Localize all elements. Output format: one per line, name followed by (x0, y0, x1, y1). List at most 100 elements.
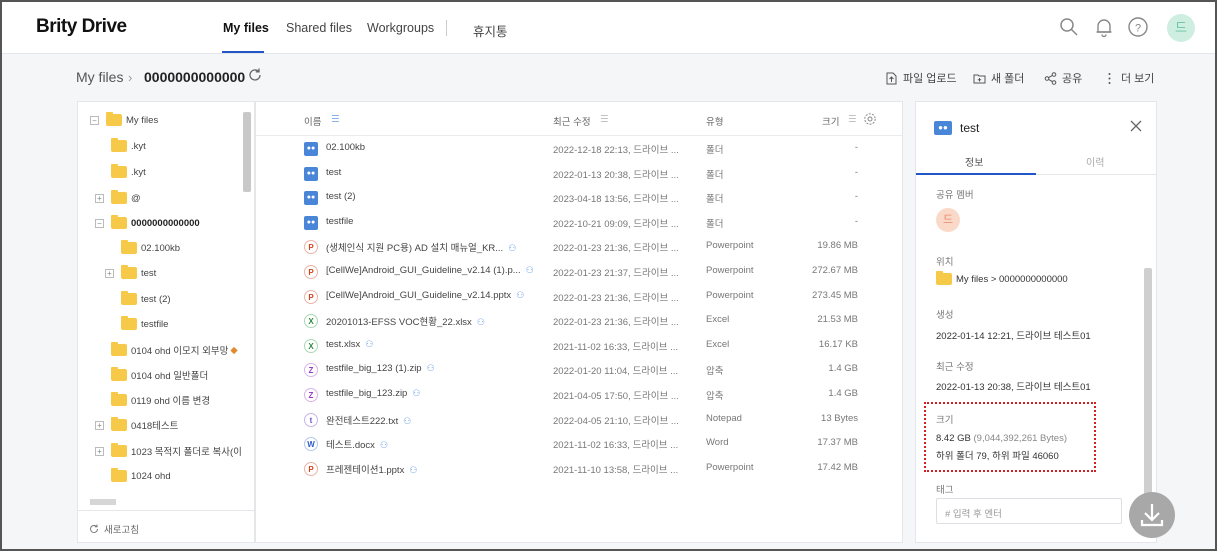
tree-horizontal-scrollbar[interactable] (90, 499, 116, 505)
size-cell: 1.4 GB (828, 388, 858, 399)
more-button[interactable]: 더 보기 (1102, 70, 1154, 86)
file-name[interactable]: [CellWe]Android_GUI_Guideline_v2.14 (1).… (326, 265, 541, 276)
file-name[interactable]: testfile (326, 216, 541, 227)
expand-toggle[interactable]: + (95, 446, 104, 456)
shared-folder-icon: ●● (304, 166, 318, 181)
table-row[interactable]: Ztestfile_big_123.zip ⚇ 2021-04-05 17:50, … (256, 383, 902, 408)
tab-history[interactable]: 이력 (1086, 154, 1104, 169)
table-row[interactable]: P (생체인식 지원 PC용) AD 설치 매뉴얼_KR... ⚇ 2022-01-2… (256, 235, 902, 260)
tree-item[interactable]: − 0000000000000 (95, 213, 200, 233)
settings-gear-icon[interactable] (863, 112, 877, 126)
zip-file-icon: Z (304, 363, 318, 378)
member-label: 공유 멤버 (936, 190, 974, 201)
upload-button[interactable]: 파일 업로드 (884, 70, 957, 86)
tree-item[interactable]: + 1023 목적지 폴더로 복사(이 (95, 441, 242, 461)
table-row[interactable]: P [CellWe]Android_GUI_Guideline_v2.14 (1)… (256, 260, 902, 285)
file-name[interactable]: 테스트.docx ⚇ (326, 437, 541, 451)
file-name[interactable]: 20201013-EFSS VOC현황_22.xlsx ⚇ (326, 314, 541, 328)
refresh-button[interactable]: 새로고침 (88, 522, 139, 536)
table-row[interactable]: P [CellWe]Android_GUI_Guideline_v2.14.ppt… (256, 285, 902, 310)
file-name[interactable]: (생체인식 지원 PC용) AD 설치 매뉴얼_KR... ⚇ (326, 240, 541, 254)
table-row[interactable]: P 프레젠테이션1.pptx ⚇ 2021-11-10 13:58, 드라이브 ...… (256, 457, 902, 482)
tab-my-files[interactable]: My files (223, 21, 269, 35)
sort-icon[interactable]: ☰ (848, 114, 857, 125)
tree-item[interactable]: + 0418테스트 (95, 415, 178, 435)
tree-item-label: .kyt (131, 166, 146, 178)
search-icon[interactable] (1057, 15, 1081, 39)
tag-input[interactable]: # 입력 후 엔터 (936, 498, 1122, 524)
size-cell: 13 Bytes (821, 412, 858, 424)
column-type[interactable]: 유형 (706, 114, 723, 128)
collapse-toggle[interactable]: − (90, 115, 99, 125)
table-row[interactable]: ●● 02.100kb 2022-12-18 22:13, 드라이브 ... 폴더 - (256, 137, 902, 162)
share-icon (1044, 71, 1057, 85)
table-row[interactable]: ●● test 2022-01-13 20:38, 드라이브 ... 폴더 - (256, 162, 902, 187)
collapse-toggle[interactable]: − (95, 218, 104, 228)
bell-icon[interactable] (1092, 15, 1116, 39)
tree-item[interactable]: 0104 ohd 이모지 외부망 ◆ (111, 340, 238, 360)
help-icon[interactable]: ? (1126, 15, 1150, 39)
size-bytes: (9,044,392,261 Bytes) (973, 433, 1067, 444)
sort-icon[interactable]: ☰ (331, 114, 340, 125)
table-row[interactable]: ●● test (2) 2023-04-18 13:56, 드라이브 ... 폴더 - (256, 186, 902, 211)
file-name[interactable]: 프레젠테이션1.pptx ⚇ (326, 462, 541, 476)
tree-item[interactable]: 0104 ohd 일반폴더 (111, 365, 208, 385)
tree-item[interactable]: testfile (121, 314, 168, 334)
tree-item[interactable]: 1024 ohd (111, 466, 171, 486)
modified-cell: 2022-01-23 21:36, 드라이브 ... (553, 317, 679, 329)
tree-scrollbar[interactable] (243, 112, 251, 192)
table-row[interactable]: ●● testfile 2022-10-21 09:09, 드라이브 ... 폴더 - (256, 211, 902, 236)
info-scrollbar[interactable] (1144, 268, 1152, 500)
refresh-icon[interactable] (246, 66, 264, 84)
modified-value: 2022-01-13 20:38, 드라이브 테스트01 (936, 382, 1091, 393)
member-avatar[interactable]: 드 (936, 208, 960, 232)
expand-toggle[interactable]: + (95, 193, 104, 203)
share-button[interactable]: 공유 (1043, 70, 1082, 86)
file-name[interactable]: 02.100kb (326, 142, 541, 153)
location-value[interactable]: My files > 0000000000000 (936, 271, 1068, 285)
column-size[interactable]: 크기 (822, 114, 839, 128)
file-name[interactable]: test.xlsx ⚇ (326, 339, 541, 350)
tree-item[interactable]: − My files (90, 110, 158, 130)
size-cell: 272.67 MB (812, 265, 858, 276)
download-button[interactable] (1129, 492, 1175, 538)
file-name[interactable]: [CellWe]Android_GUI_Guideline_v2.14.pptx… (326, 290, 541, 301)
breadcrumb-root[interactable]: My files (76, 69, 123, 85)
tree-item[interactable]: 0119 ohd 이름 변경 (111, 390, 210, 410)
expand-toggle[interactable]: + (95, 420, 104, 430)
sort-icon[interactable]: ☰ (600, 114, 609, 125)
size-cell: 19.86 MB (817, 240, 858, 252)
tab-trash[interactable]: 휴지통 (473, 21, 508, 40)
tree-item[interactable]: .kyt (111, 136, 146, 156)
folder-icon (111, 138, 127, 152)
new-folder-button[interactable]: 새 폴더 (972, 70, 1024, 86)
table-row[interactable]: t 완전테스트222.txt ⚇ 2022-04-05 21:10, 드라이브 ...… (256, 408, 902, 433)
tab-info[interactable]: 정보 (965, 154, 983, 169)
tab-workgroups[interactable]: Workgroups (367, 21, 434, 35)
tree-item[interactable]: test (2) (121, 289, 171, 309)
file-name[interactable]: testfile_big_123 (1).zip ⚇ (326, 363, 541, 374)
tree-item[interactable]: 02.100kb (121, 238, 180, 258)
folder-icon (106, 112, 122, 126)
tab-shared-files[interactable]: Shared files (286, 21, 352, 35)
user-avatar[interactable]: 드 (1167, 14, 1195, 42)
shared-people-icon: ⚇ (403, 415, 412, 426)
file-name[interactable]: test (326, 167, 541, 178)
tree-item[interactable]: + test (105, 263, 156, 283)
close-icon[interactable] (1128, 118, 1144, 134)
app-logo[interactable]: Brity Drive (36, 16, 127, 38)
size-cell: - (854, 191, 858, 203)
table-row[interactable]: X 20201013-EFSS VOC현황_22.xlsx ⚇ 2022-01-23 … (256, 309, 902, 334)
table-row[interactable]: W 테스트.docx ⚇ 2021-11-02 16:33, 드라이브 ... Word… (256, 432, 902, 457)
column-modified[interactable]: 최근 수정 (553, 114, 591, 128)
column-name[interactable]: 이름 (304, 114, 321, 128)
file-name[interactable]: 완전테스트222.txt ⚇ (326, 413, 541, 427)
expand-toggle[interactable]: + (105, 268, 114, 278)
table-row[interactable]: Xtest.xlsx ⚇ 2021-11-02 16:33, 드라이브 ... Exc… (256, 334, 902, 359)
top-nav: Brity Drive My files Shared files Workgr… (2, 2, 1215, 54)
tree-item[interactable]: + @ (95, 188, 141, 208)
file-name[interactable]: testfile_big_123.zip ⚇ (326, 388, 541, 399)
table-row[interactable]: Ztestfile_big_123 (1).zip ⚇ 2022-01-20 11:… (256, 358, 902, 383)
tree-item[interactable]: .kyt (111, 162, 146, 182)
file-name[interactable]: test (2) (326, 191, 541, 202)
